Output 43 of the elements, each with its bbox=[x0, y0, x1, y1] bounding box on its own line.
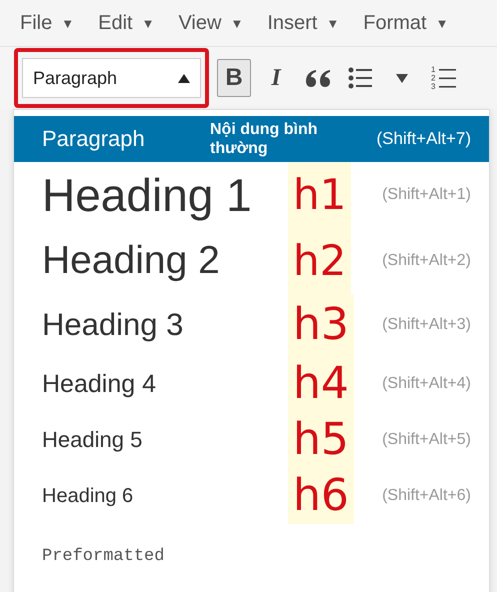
tag-annotation: h6 bbox=[288, 468, 354, 524]
caret-up-icon bbox=[178, 74, 190, 82]
option-note: Nội dung bình thường bbox=[210, 120, 319, 158]
shortcut-hint: (Shift+Alt+1) bbox=[382, 186, 471, 204]
menu-item[interactable]: File ▼ bbox=[20, 12, 74, 34]
bold-button[interactable]: B bbox=[217, 59, 251, 97]
option-label: Heading 5 bbox=[42, 427, 144, 453]
option-label: Preformatted bbox=[42, 546, 164, 566]
shortcut-hint: (Shift+Alt+7) bbox=[376, 129, 471, 149]
format-option[interactable]: Heading 5 h5 (Shift+Alt+5) bbox=[14, 412, 489, 468]
option-label: Heading 4 bbox=[42, 370, 157, 398]
format-option[interactable]: Heading 1 h1 (Shift+Alt+1) bbox=[14, 162, 489, 228]
format-dropdown[interactable]: Paragraph bbox=[22, 58, 201, 98]
format-option[interactable]: Heading 3 h3 (Shift+Alt+3) bbox=[14, 294, 489, 356]
bullet-list-icon bbox=[348, 67, 372, 89]
tag-annotation: h2 bbox=[288, 228, 352, 294]
shortcut-hint: (Shift+Alt+4) bbox=[382, 375, 471, 393]
option-label: Heading 2 bbox=[42, 239, 221, 283]
format-option[interactable]: Heading 4 h4 (Shift+Alt+4) bbox=[14, 356, 489, 412]
tag-annotation: h1 bbox=[288, 162, 352, 228]
tag-annotation: h3 bbox=[288, 294, 354, 356]
option-label: Paragraph bbox=[42, 126, 146, 152]
shortcut-hint: (Shift+Alt+3) bbox=[382, 316, 471, 334]
menu-item[interactable]: Edit ▼ bbox=[98, 12, 154, 34]
format-option[interactable]: Heading 2 h2 (Shift+Alt+2) bbox=[14, 228, 489, 294]
option-label: Heading 1 bbox=[42, 168, 253, 222]
format-option[interactable]: Heading 6 h6 (Shift+Alt+6) bbox=[14, 468, 489, 524]
shortcut-hint: (Shift+Alt+5) bbox=[382, 431, 471, 449]
shortcut-hint: (Shift+Alt+6) bbox=[382, 487, 471, 505]
menu-item[interactable]: Format ▼ bbox=[363, 12, 448, 34]
option-label: Heading 3 bbox=[42, 307, 184, 343]
format-option[interactable]: Preformatted bbox=[14, 524, 489, 578]
numbered-list-button[interactable]: 1 2 3 bbox=[427, 59, 461, 97]
shortcut-hint: (Shift+Alt+2) bbox=[382, 252, 471, 270]
menu-item[interactable]: Insert ▼ bbox=[267, 12, 340, 34]
caret-down-icon bbox=[396, 74, 408, 82]
quote-icon bbox=[305, 68, 331, 88]
option-label: Heading 6 bbox=[42, 484, 134, 508]
tag-annotation: h5 bbox=[288, 412, 354, 468]
format-option[interactable]: Paragraph Nội dung bình thường (Shift+Alt+7) bbox=[14, 116, 489, 162]
tag-annotation: h4 bbox=[288, 356, 354, 412]
menu-item[interactable]: View ▼ bbox=[178, 12, 244, 34]
italic-button[interactable]: I bbox=[259, 59, 293, 97]
